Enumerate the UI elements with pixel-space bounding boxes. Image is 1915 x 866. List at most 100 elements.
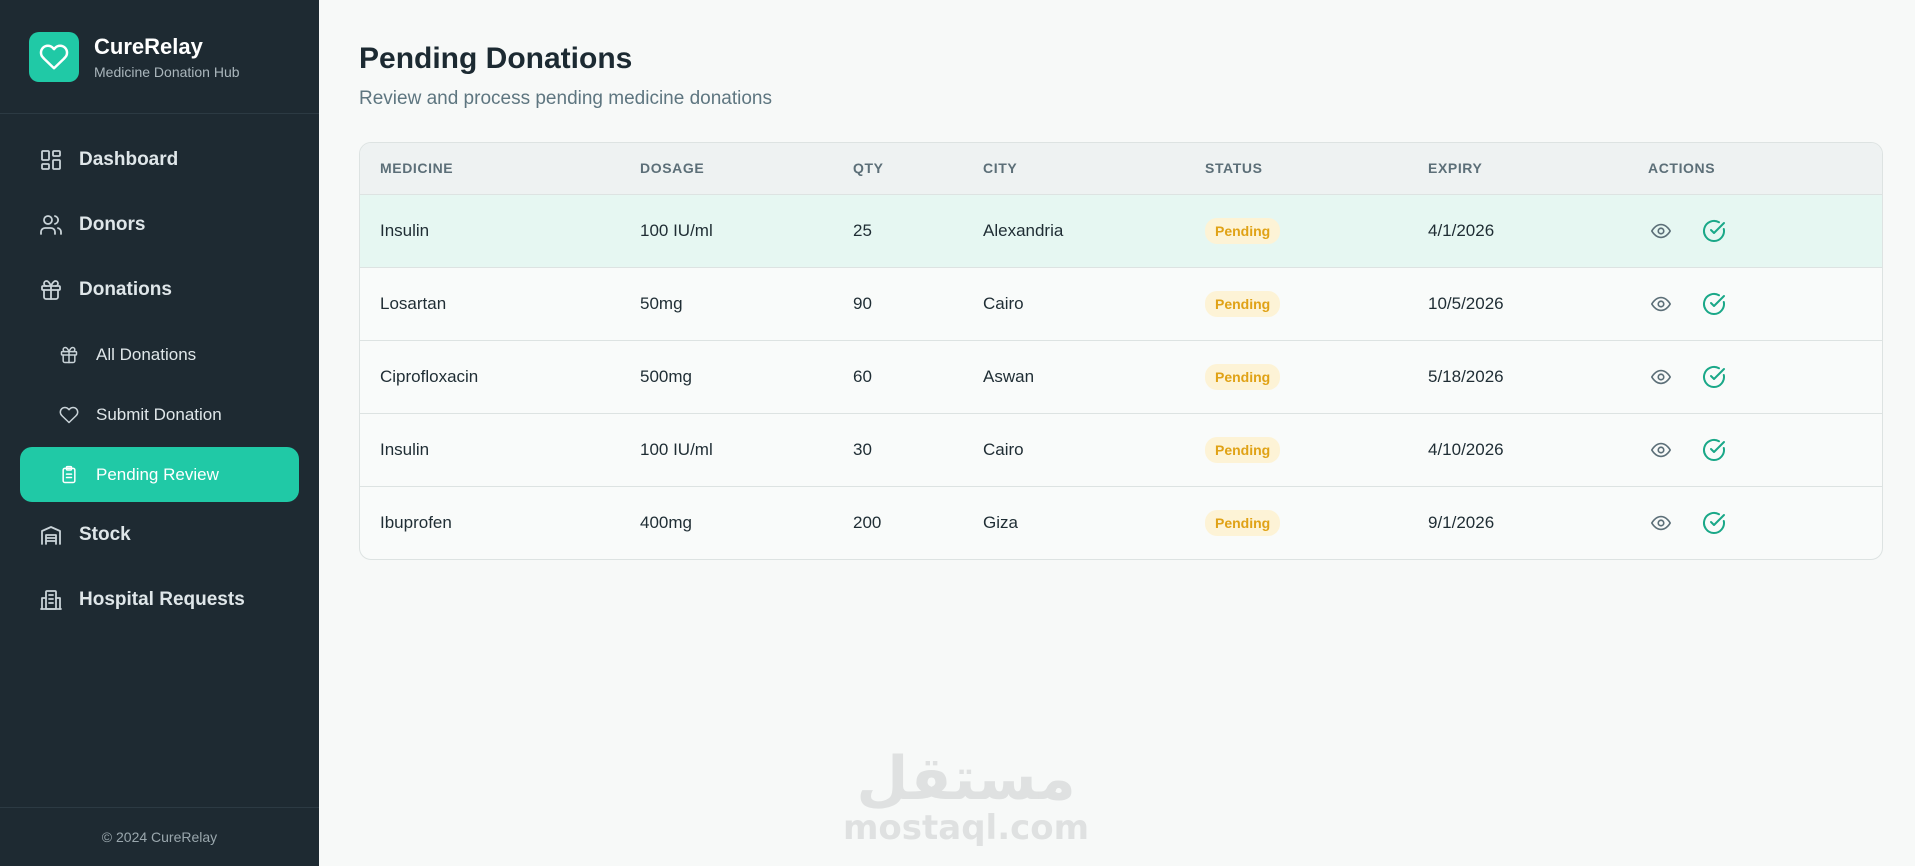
sidebar-item-donations[interactable]: Donations bbox=[20, 262, 299, 317]
sidebar-item-label: Dashboard bbox=[79, 148, 179, 170]
brand-name: CureRelay bbox=[94, 33, 203, 59]
cell-expiry: 10/5/2026 bbox=[1428, 293, 1504, 313]
cell-city: Aswan bbox=[983, 366, 1035, 386]
cell-medicine: Losartan bbox=[380, 293, 447, 313]
sidebar-item-hospital-requests[interactable]: Hospital Requests bbox=[20, 572, 299, 627]
table-row[interactable]: Ciprofloxacin 500mg 60 Aswan Pending 5/1… bbox=[360, 340, 1882, 413]
approve-button[interactable] bbox=[1701, 437, 1727, 463]
cell-qty: 200 bbox=[853, 512, 882, 532]
table-header-row: MEDICINE DOSAGE QTY CITY STATUS EXPIRY A… bbox=[360, 143, 1882, 194]
hospital-icon bbox=[39, 588, 63, 612]
eye-icon bbox=[1651, 296, 1671, 311]
view-button[interactable] bbox=[1648, 218, 1674, 244]
sidebar-item-submit-donation[interactable]: Submit Donation bbox=[39, 387, 299, 442]
column-header-actions: ACTIONS bbox=[1648, 160, 1716, 177]
status-badge: Pending bbox=[1205, 363, 1281, 390]
view-button[interactable] bbox=[1648, 437, 1674, 463]
cell-city: Cairo bbox=[983, 439, 1024, 459]
approve-button[interactable] bbox=[1701, 510, 1727, 536]
column-header-dosage[interactable]: DOSAGE bbox=[620, 143, 833, 194]
sidebar-footer: © 2024 CureRelay bbox=[0, 807, 319, 866]
donations-table-card: MEDICINE DOSAGE QTY CITY STATUS EXPIRY A… bbox=[359, 142, 1883, 560]
approve-button[interactable] bbox=[1701, 364, 1727, 390]
table-row[interactable]: Insulin 100 IU/ml 25 Alexandria Pending … bbox=[360, 194, 1882, 267]
status-badge: Pending bbox=[1205, 217, 1281, 244]
view-button[interactable] bbox=[1648, 364, 1674, 390]
cell-medicine: Insulin bbox=[380, 439, 430, 459]
table-row[interactable]: Ibuprofen 400mg 200 Giza Pending 9/1/202… bbox=[360, 486, 1882, 559]
sidebar-item-label: Pending Review bbox=[96, 464, 219, 484]
pending-donations-table: MEDICINE DOSAGE QTY CITY STATUS EXPIRY A… bbox=[360, 143, 1882, 559]
watermark-arabic: مستقل bbox=[856, 744, 1076, 814]
check-circle-icon bbox=[1703, 219, 1725, 242]
cell-expiry: 9/1/2026 bbox=[1428, 512, 1495, 532]
sidebar-item-label: Hospital Requests bbox=[79, 588, 245, 610]
brand-header: CureRelay Medicine Donation Hub bbox=[0, 0, 319, 114]
column-header-status[interactable]: STATUS bbox=[1185, 143, 1408, 194]
cell-status: Pending bbox=[1185, 340, 1408, 413]
watermark-latin: mostaql.com bbox=[843, 808, 1090, 848]
sidebar-item-label: All Donations bbox=[96, 344, 197, 364]
approve-button[interactable] bbox=[1701, 218, 1727, 244]
cell-dosage: 50mg bbox=[640, 293, 683, 313]
view-button[interactable] bbox=[1648, 510, 1674, 536]
cell-status: Pending bbox=[1185, 194, 1408, 267]
cell-medicine: Ciprofloxacin bbox=[380, 366, 479, 386]
column-header-medicine[interactable]: MEDICINE bbox=[360, 143, 620, 194]
approve-button[interactable] bbox=[1701, 291, 1727, 317]
cell-status: Pending bbox=[1185, 486, 1408, 559]
heart-icon bbox=[59, 405, 79, 425]
watermark: مستقل mostaql.com bbox=[843, 748, 1089, 846]
cell-dosage: 500mg bbox=[640, 366, 692, 386]
check-circle-icon bbox=[1703, 292, 1725, 315]
eye-icon bbox=[1651, 369, 1671, 384]
cell-qty: 30 bbox=[853, 439, 872, 459]
column-header-expiry[interactable]: EXPIRY bbox=[1408, 143, 1628, 194]
clipboard-icon bbox=[59, 465, 79, 485]
status-badge: Pending bbox=[1205, 509, 1281, 536]
sidebar-item-dashboard[interactable]: Dashboard bbox=[20, 132, 299, 187]
cell-actions bbox=[1628, 340, 1882, 413]
page-subtitle: Review and process pending medicine dona… bbox=[359, 88, 772, 109]
check-circle-icon bbox=[1703, 438, 1725, 461]
sidebar-item-donors[interactable]: Donors bbox=[20, 197, 299, 252]
view-button[interactable] bbox=[1648, 291, 1674, 317]
cell-qty: 25 bbox=[853, 220, 872, 240]
sidebar-item-stock[interactable]: Stock bbox=[20, 507, 299, 562]
gift-icon bbox=[59, 345, 79, 365]
cell-actions bbox=[1628, 267, 1882, 340]
eye-icon bbox=[1651, 515, 1671, 530]
warehouse-icon bbox=[39, 523, 63, 547]
eye-icon bbox=[1651, 223, 1671, 238]
cell-expiry: 4/10/2026 bbox=[1428, 439, 1504, 459]
cell-medicine: Ibuprofen bbox=[380, 512, 452, 532]
column-header-qty[interactable]: QTY bbox=[833, 143, 963, 194]
cell-city: Giza bbox=[983, 512, 1018, 532]
sidebar-item-label: Submit Donation bbox=[96, 404, 222, 424]
check-circle-icon bbox=[1703, 365, 1725, 388]
main-content: Pending Donations Review and process pen… bbox=[319, 0, 1915, 866]
status-badge: Pending bbox=[1205, 290, 1281, 317]
sidebar: CureRelay Medicine Donation Hub Dashboar… bbox=[0, 0, 319, 866]
sidebar-item-all-donations[interactable]: All Donations bbox=[39, 327, 299, 382]
cell-dosage: 400mg bbox=[640, 512, 692, 532]
brand-tagline: Medicine Donation Hub bbox=[94, 63, 240, 80]
cell-expiry: 5/18/2026 bbox=[1428, 366, 1504, 386]
cell-status: Pending bbox=[1185, 413, 1408, 486]
check-circle-icon bbox=[1703, 511, 1725, 534]
cell-actions bbox=[1628, 413, 1882, 486]
cell-medicine: Insulin bbox=[380, 220, 430, 240]
cell-dosage: 100 IU/ml bbox=[640, 439, 713, 459]
eye-icon bbox=[1651, 442, 1671, 457]
dashboard-icon bbox=[39, 148, 63, 172]
cell-actions bbox=[1628, 486, 1882, 559]
table-row[interactable]: Losartan 50mg 90 Cairo Pending 10/5/2026 bbox=[360, 267, 1882, 340]
table-row[interactable]: Insulin 100 IU/ml 30 Cairo Pending 4/10/… bbox=[360, 413, 1882, 486]
sidebar-item-label: Stock bbox=[79, 523, 131, 545]
status-badge: Pending bbox=[1205, 436, 1281, 463]
column-header-city[interactable]: CITY bbox=[963, 143, 1185, 194]
cell-status: Pending bbox=[1185, 267, 1408, 340]
sidebar-item-pending-review[interactable]: Pending Review bbox=[20, 447, 299, 502]
cell-dosage: 100 IU/ml bbox=[640, 220, 713, 240]
gift-icon bbox=[39, 278, 63, 302]
